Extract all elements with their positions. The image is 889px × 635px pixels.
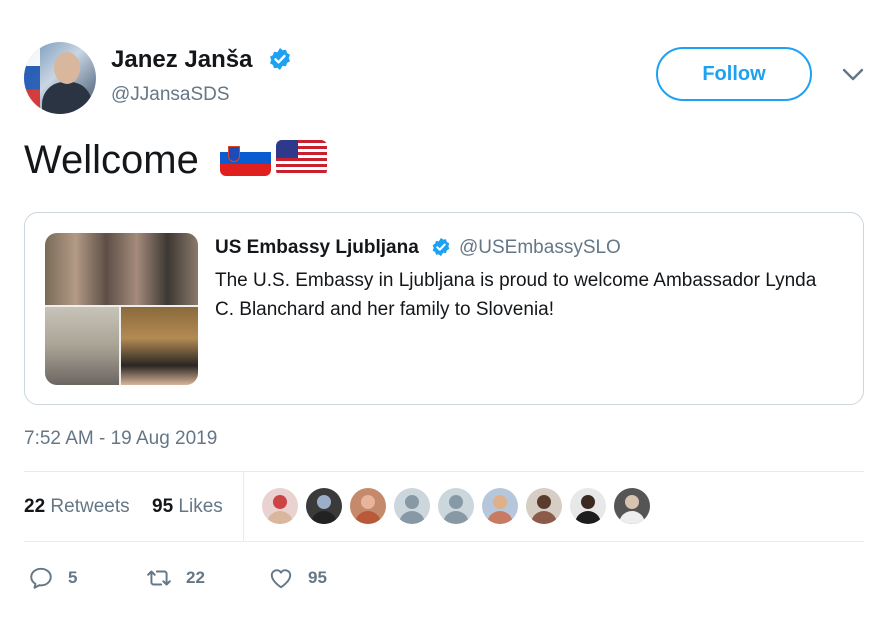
verified-badge-icon (270, 48, 290, 70)
avatar-face (54, 52, 80, 84)
author-display-name[interactable]: Janez Janša (111, 46, 252, 74)
follow-button[interactable]: Follow (656, 47, 812, 101)
divider-top (24, 471, 864, 472)
liker-avatar[interactable] (526, 488, 562, 524)
retweet-button[interactable]: 22 (146, 565, 205, 591)
author-avatar[interactable] (24, 42, 96, 114)
usa-flag-canton (276, 140, 298, 158)
likes-stat-label: Likes (178, 496, 223, 517)
stats-vertical-divider (243, 472, 244, 541)
quoted-tweet-photo-collage[interactable] (45, 233, 198, 385)
liker-avatar[interactable] (614, 488, 650, 524)
avatar-background (24, 42, 40, 114)
quoted-tweet-card[interactable]: US Embassy Ljubljana @USEmbassySLO The U… (24, 212, 864, 405)
avatar-suit (42, 82, 92, 114)
retweets-stat-count: 22 (24, 496, 46, 517)
liker-avatar[interactable] (350, 488, 386, 524)
quoted-tweet-text: The U.S. Embassy in Ljubljana is proud t… (215, 270, 817, 320)
liker-avatar[interactable] (570, 488, 606, 524)
retweets-stat-label: Retweets (50, 496, 130, 517)
slovenia-flag-icon (220, 140, 271, 176)
quoted-verified-badge-icon (432, 237, 450, 257)
like-button[interactable]: 95 (268, 565, 327, 591)
divider-bottom (24, 541, 864, 542)
reply-icon (30, 567, 52, 589)
likes-stat-count: 95 (152, 496, 174, 517)
collage-photo-hall (45, 307, 119, 385)
liker-avatar[interactable] (482, 488, 518, 524)
quoted-tweet-handle: @USEmbassySLO (459, 237, 621, 258)
slovenia-coat-of-arms (228, 146, 240, 162)
like-count: 95 (308, 568, 327, 587)
retweet-count: 22 (186, 568, 205, 587)
retweet-icon (147, 570, 171, 586)
heart-icon (270, 569, 292, 589)
chevron-down-icon[interactable] (842, 68, 864, 82)
usa-flag-icon (276, 140, 327, 176)
author-handle[interactable]: @JJansaSDS (111, 84, 230, 106)
collage-photo-flag (121, 307, 198, 385)
liker-avatar[interactable] (262, 488, 298, 524)
reply-button[interactable]: 5 (28, 565, 77, 591)
likes-stat[interactable]: 95 Likes (152, 496, 223, 518)
liker-avatar[interactable] (438, 488, 474, 524)
reply-count: 5 (68, 568, 78, 587)
tweet-timestamp[interactable]: 7:52 AM - 19 Aug 2019 (24, 428, 217, 450)
quoted-tweet-display-name: US Embassy Ljubljana (215, 237, 419, 258)
retweets-stat[interactable]: 22 Retweets (24, 496, 130, 518)
tweet-text: Wellcome (24, 138, 199, 182)
collage-photo-crowd (45, 233, 198, 305)
liker-avatar[interactable] (306, 488, 342, 524)
liker-avatar[interactable] (394, 488, 430, 524)
